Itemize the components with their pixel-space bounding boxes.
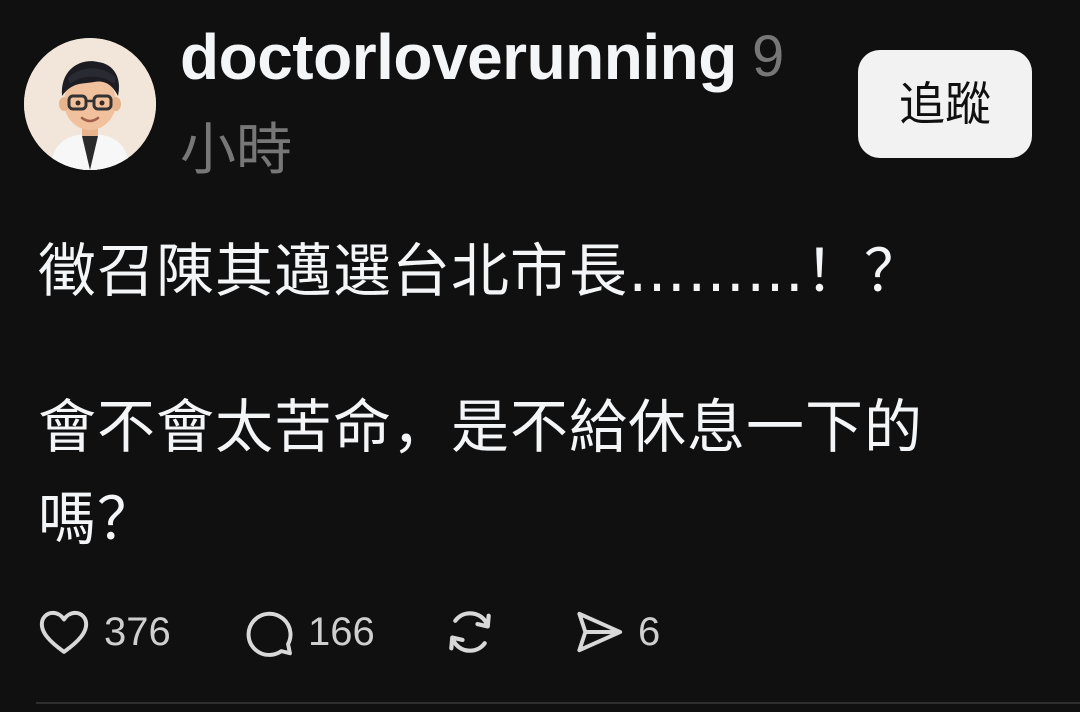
author-username[interactable]: doctorloverunning — [180, 20, 737, 94]
repost-button[interactable] — [442, 600, 498, 664]
post-actions: 376 166 6 — [0, 600, 1080, 664]
post-text-line-2: 會不會太苦命，是不給休息一下的 — [38, 393, 924, 461]
heart-icon — [39, 610, 89, 654]
post-text-line-3: 嗎？ — [38, 485, 157, 553]
share-button[interactable]: 6 — [570, 600, 660, 664]
follow-button[interactable]: 追蹤 — [858, 50, 1032, 158]
post-text-line-1: 徵召陳其邁選台北市長………！？ — [38, 237, 924, 305]
post-time-number: 9 — [752, 24, 785, 89]
post-time-unit: 小時 — [180, 118, 292, 183]
thread-post: doctorloverunning 9 小時 追蹤 徵召陳其邁選台北市長………！… — [0, 0, 1080, 712]
reply-button[interactable]: 166 — [240, 600, 375, 664]
comment-icon — [246, 611, 293, 657]
author-avatar[interactable] — [24, 38, 156, 170]
share-count: 6 — [638, 610, 661, 654]
send-icon — [577, 611, 623, 653]
reply-count: 166 — [308, 610, 375, 654]
like-count: 376 — [104, 610, 171, 654]
like-button[interactable]: 376 — [36, 600, 171, 664]
post-divider — [36, 702, 1080, 704]
repost-icon — [449, 611, 491, 653]
avatar-icon — [24, 38, 156, 170]
